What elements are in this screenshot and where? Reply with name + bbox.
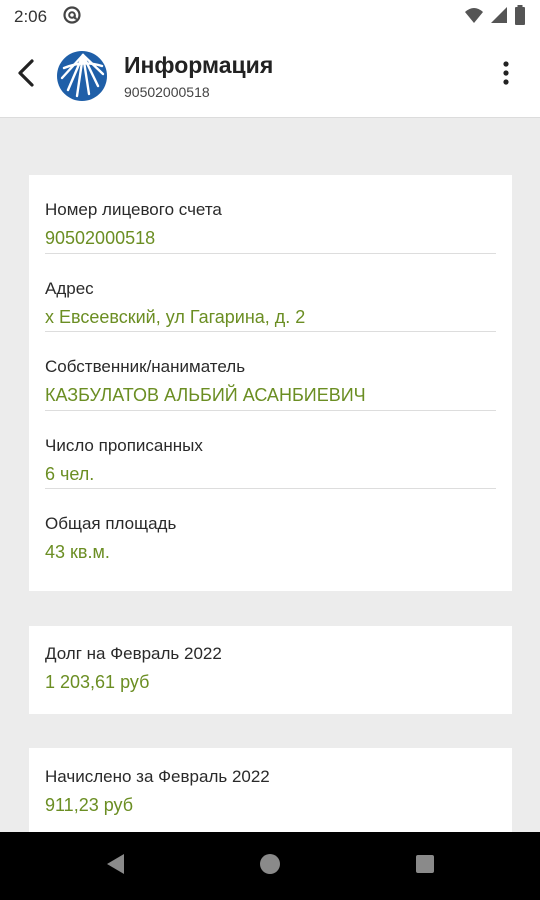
field-value: 6 чел. [45, 463, 95, 484]
nav-home-button[interactable] [193, 832, 348, 900]
more-vert-icon [503, 61, 509, 90]
field-label: Собственник/наниматель [45, 357, 246, 376]
field-value: 90502000518 [45, 228, 156, 248]
nav-recents-icon [415, 854, 435, 879]
back-button[interactable] [4, 54, 48, 98]
field-label: Число прописанных [45, 435, 203, 455]
content-area[interactable]: Номер лицевого счета 90502000518 Адрес х… [0, 118, 540, 832]
company-logo [56, 50, 108, 102]
owner-field: Собственник/наниматель КАЗБУЛАТОВ АЛЬБИЙ… [45, 332, 496, 411]
nav-back-button[interactable] [38, 832, 193, 900]
field-value: 1 203,61 руб [45, 672, 150, 692]
field-value: х Евсеевский, ул Гагарина, д. 2 [45, 306, 306, 327]
wifi-icon [464, 6, 484, 29]
field-label: Начислено за Февраль 2022 [45, 767, 270, 786]
field-label: Долг на Февраль 2022 [45, 644, 222, 663]
total-area-field: Общая площадь 43 кв.м. [45, 489, 496, 568]
account-number-field: Номер лицевого счета 90502000518 [45, 175, 496, 254]
at-sign-icon [63, 5, 81, 29]
field-label: Номер лицевого счета [45, 200, 222, 219]
charged-card: Начислено за Февраль 2022 911,23 руб [29, 748, 512, 832]
page-title: Информация [124, 51, 274, 78]
registered-count-field: Число прописанных 6 чел. [45, 411, 496, 489]
account-info-card: Номер лицевого счета 90502000518 Адрес х… [29, 175, 512, 591]
signal-icon [490, 6, 508, 29]
back-arrow-icon [15, 58, 37, 93]
system-nav-bar [0, 832, 540, 900]
charged-field: Начислено за Февраль 2022 911,23 руб [45, 748, 496, 827]
debt-card: Долг на Февраль 2022 1 203,61 руб [29, 626, 512, 714]
field-value: КАЗБУЛАТОВ АЛЬБИЙ АСАНБИЕВИЧ [45, 385, 366, 405]
overflow-menu-button[interactable] [496, 54, 516, 98]
nav-back-icon [104, 852, 126, 881]
nav-home-icon [259, 853, 281, 880]
battery-icon [514, 4, 526, 30]
status-time: 2:06 [14, 7, 48, 26]
nav-recents-button[interactable] [348, 832, 503, 900]
app-bar: Информация 90502000518 [0, 34, 540, 118]
field-value: 911,23 руб [45, 795, 134, 815]
debt-field: Долг на Февраль 2022 1 203,61 руб [45, 626, 496, 705]
status-bar: 2:06 [0, 0, 540, 34]
page-subtitle: 90502000518 [124, 83, 210, 100]
address-field: Адрес х Евсеевский, ул Гагарина, д. 2 [45, 254, 496, 332]
field-label: Адрес [45, 278, 94, 298]
field-label: Общая площадь [45, 514, 177, 533]
field-value: 43 кв.м. [45, 542, 110, 562]
